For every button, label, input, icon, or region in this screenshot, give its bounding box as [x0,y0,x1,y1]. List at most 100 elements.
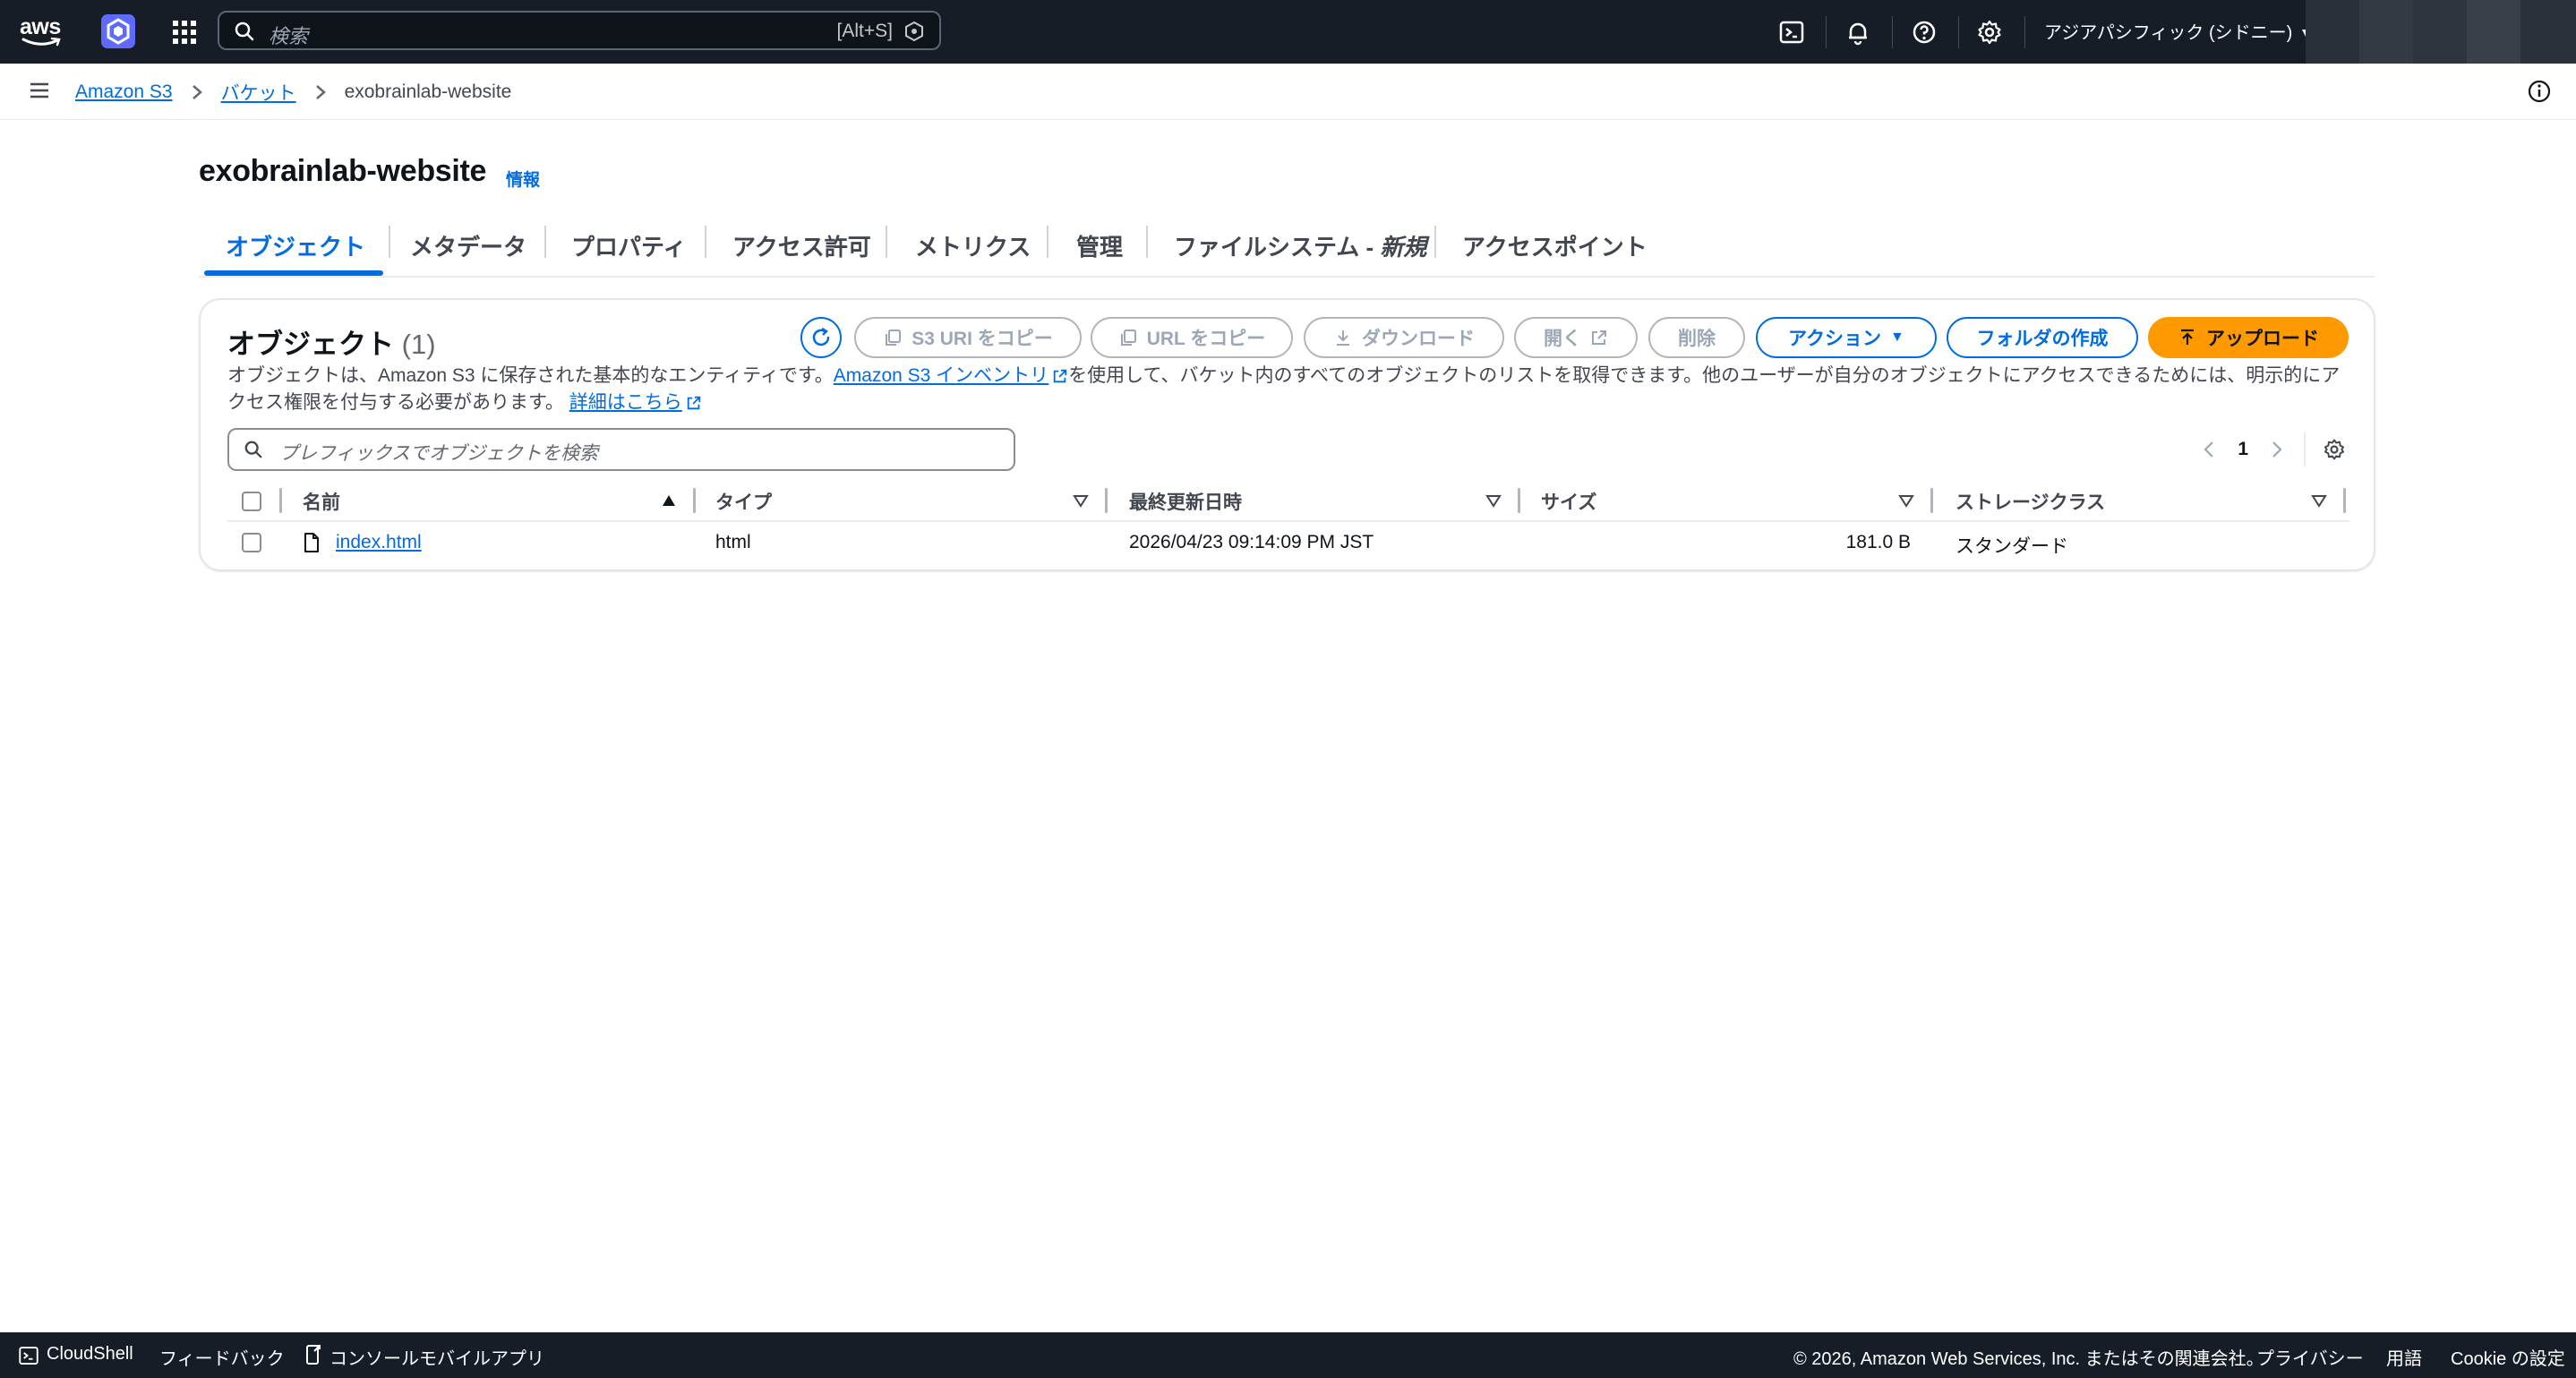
download-icon [1337,330,1349,346]
caret-down-icon: ▼ [1890,330,1904,345]
cloudshell-icon[interactable] [18,1345,39,1366]
sort-ascending-icon[interactable] [661,493,677,508]
extension-logo-icon[interactable] [101,14,135,48]
account-menu[interactable] [2306,0,2576,64]
settings-gear-icon[interactable] [2322,437,2347,462]
mobile-app-link[interactable]: コンソールモバイルアプリ [329,1344,544,1370]
region-selector[interactable]: アジアパシフィック (シドニー)▼ [2044,18,2312,44]
sort-icon[interactable] [1485,493,1502,508]
object-size: 181.0 B [1845,532,1911,552]
column-divider [693,488,696,513]
search-icon [234,21,255,42]
footer: CloudShell フィードバック コンソールモバイルアプリ © 2026, … [0,1332,2576,1378]
aws-logo[interactable]: aws [18,14,64,48]
hexagon-icon [903,21,925,42]
tab-metrics[interactable]: メトリクス [915,229,1031,262]
refresh-button[interactable] [800,317,842,358]
copy-icon [1120,330,1136,346]
chevron-right-icon [191,83,203,101]
global-search-input[interactable]: 検索 [Alt+S] [218,11,941,50]
object-last-modified: 2026/04/23 09:14:09 PM JST [1129,532,1374,552]
tab-metadata[interactable]: メタデータ [410,229,526,262]
terms-link[interactable]: 用語 [2386,1344,2422,1370]
download-button[interactable]: ダウンロード [1304,317,1504,358]
create-folder-button[interactable]: フォルダの作成 [1947,317,2138,358]
top-navigation: aws 検索 [Alt+S] アジアパシフィック (シドニー)▼ [0,0,2576,64]
tab-objects[interactable]: オブジェクト [226,229,365,262]
cookie-settings-link[interactable]: Cookie の設定 [2451,1344,2565,1370]
privacy-link[interactable]: プライバシー [2256,1344,2364,1370]
search-shortcut: [Alt+S] [836,21,893,41]
column-divider [1105,488,1108,513]
nav-divider [1892,16,1893,48]
object-storage-class: スタンダード [1956,536,2068,557]
upload-button[interactable]: アップロード [2148,317,2349,358]
pager-divider [2304,432,2306,466]
object-search-placeholder: プレフィックスでオブジェクトを検索 [279,443,598,464]
column-header-size[interactable]: サイズ [1541,488,1596,515]
column-header-last-modified[interactable]: 最終更新日時 [1129,488,1242,515]
breadcrumb-link-buckets[interactable]: バケット [221,79,296,106]
copy-s3-uri-button[interactable]: S3 URI をコピー [854,317,1082,358]
tab-file-system[interactable]: ファイルシステム - 新規 [1174,229,1426,262]
column-divider [1518,488,1520,513]
tab-permissions[interactable]: アクセス許可 [732,229,871,262]
objects-heading: オブジェクト (1) [227,321,436,362]
page-number[interactable]: 1 [2238,439,2248,460]
copyright-text: © 2026, Amazon Web Services, Inc. またはその関… [1793,1349,2264,1369]
column-header-type[interactable]: タイプ [715,488,772,515]
info-link[interactable]: 情報 [506,167,540,191]
copy-url-button[interactable]: URL をコピー [1091,317,1293,358]
tab-divider [886,226,887,258]
bell-icon[interactable] [1844,18,1872,47]
external-link-icon [686,395,702,411]
chevron-right-icon [314,83,327,101]
refresh-icon [812,327,830,347]
actions-dropdown[interactable]: アクション ▼ [1756,317,1937,358]
learn-more-link[interactable]: 詳細はこちら [569,392,682,413]
info-panel-icon[interactable] [2526,78,2553,105]
tab-properties[interactable]: プロパティ [571,229,686,262]
new-badge: 新規 [1380,234,1427,261]
sort-icon[interactable] [1073,493,1089,508]
object-search-input[interactable]: プレフィックスでオブジェクトを検索 [227,428,1015,471]
object-link[interactable]: index.html [336,532,422,552]
open-button[interactable]: 開く [1514,317,1638,358]
tab-list: オブジェクト メタデータ プロパティ アクセス許可 メトリクス 管理 ファイルシ… [199,222,2375,278]
file-icon [303,532,321,553]
pagination: 1 [2202,430,2347,469]
row-checkbox[interactable] [242,533,261,552]
help-icon[interactable] [1910,18,1938,47]
page-title: exobrainlab-website [199,154,487,188]
copy-icon [886,330,902,346]
column-divider [1930,488,1933,513]
apps-grid-icon[interactable] [170,18,199,47]
cloudshell-icon[interactable] [1777,18,1806,47]
breadcrumb-link-s3[interactable]: Amazon S3 [75,81,173,103]
upload-icon [2181,329,2194,345]
tab-file-system-label: ファイルシステム - [1174,234,1381,261]
column-header-storage-class[interactable]: ストレージクラス [1956,488,2105,515]
chevron-left-icon[interactable] [2202,440,2216,459]
tab-management[interactable]: 管理 [1076,229,1123,262]
feedback-link[interactable]: フィードバック [159,1344,285,1370]
inventory-link[interactable]: Amazon S3 インベントリ [834,365,1048,386]
search-placeholder: 検索 [269,25,309,47]
tab-access-points[interactable]: アクセスポイント [1462,229,1647,262]
gear-icon[interactable] [1975,18,2004,47]
tab-divider [1146,226,1148,258]
sort-icon[interactable] [1898,493,1914,508]
delete-button[interactable]: 削除 [1648,317,1745,358]
objects-description: オブジェクトは、Amazon S3 に保存された基本的なエンティティです。Ama… [227,365,2341,413]
sort-icon[interactable] [2311,493,2327,508]
nav-divider [1826,16,1827,48]
breadcrumb-current: exobrainlab-website [344,81,512,102]
select-all-checkbox[interactable] [242,492,261,511]
objects-count: (1) [401,329,436,360]
hamburger-menu-icon[interactable] [27,78,52,103]
tab-divider [544,226,546,258]
region-label: アジアパシフィック (シドニー) [2044,23,2293,43]
cloudshell-link[interactable]: CloudShell [47,1344,133,1365]
column-header-name[interactable]: 名前 [303,488,340,515]
chevron-right-icon[interactable] [2270,440,2284,459]
